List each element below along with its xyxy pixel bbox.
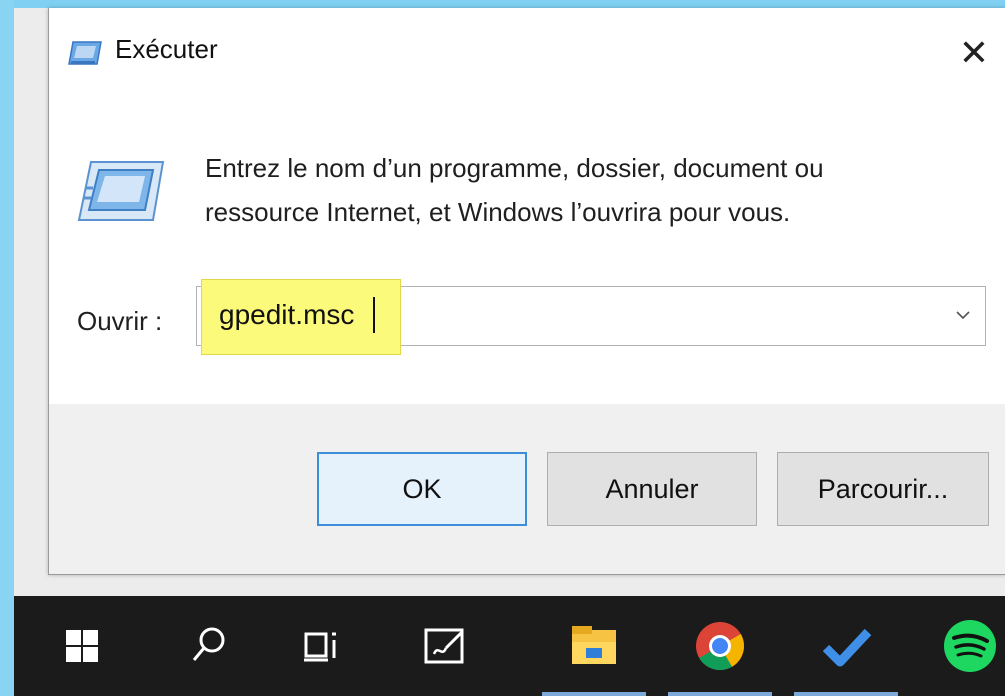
button-bar: OK Annuler Parcourir... xyxy=(49,404,1005,574)
open-input[interactable]: gpedit.msc xyxy=(219,299,354,331)
text-caret xyxy=(373,297,375,333)
windows-start-icon[interactable] xyxy=(50,614,114,678)
description-line-1: Entrez le nom d’un programme, dossier, d… xyxy=(205,153,824,183)
browse-button[interactable]: Parcourir... xyxy=(777,452,989,526)
run-program-icon xyxy=(77,161,165,221)
chrome-active-indicator xyxy=(668,692,772,696)
close-icon: ✕ xyxy=(958,32,990,73)
file-explorer-active-indicator xyxy=(542,692,646,696)
search-icon[interactable] xyxy=(176,614,240,678)
task-view-icon[interactable] xyxy=(288,614,352,678)
spotify-icon[interactable] xyxy=(938,614,1002,678)
todo-checkmark-icon[interactable] xyxy=(814,614,878,678)
open-label: Ouvrir : xyxy=(77,306,163,336)
taskbar xyxy=(14,596,1005,696)
file-explorer-icon[interactable] xyxy=(562,614,626,678)
chrome-icon[interactable] xyxy=(688,614,752,678)
desktop-background-top xyxy=(0,0,1005,8)
dialog-title: Exécuter xyxy=(115,34,218,64)
ok-button[interactable]: OK xyxy=(317,452,527,526)
cancel-button[interactable]: Annuler xyxy=(547,452,757,526)
close-button[interactable]: ✕ xyxy=(949,28,999,78)
todo-active-indicator xyxy=(794,692,898,696)
whiteboard-icon[interactable] xyxy=(412,614,476,678)
dialog-description: Entrez le nom d’un programme, dossier, d… xyxy=(205,146,985,234)
run-dialog: Exécuter ✕ Entrez le nom d’un programme,… xyxy=(48,8,1005,575)
title-bar[interactable]: Exécuter ✕ xyxy=(49,8,1005,92)
open-combobox[interactable]: gpedit.msc xyxy=(196,279,986,355)
chevron-down-icon[interactable] xyxy=(949,301,977,329)
run-app-icon xyxy=(68,41,102,65)
desktop-background-left xyxy=(0,0,14,696)
description-line-2: ressource Internet, et Windows l’ouvrira… xyxy=(205,197,791,227)
